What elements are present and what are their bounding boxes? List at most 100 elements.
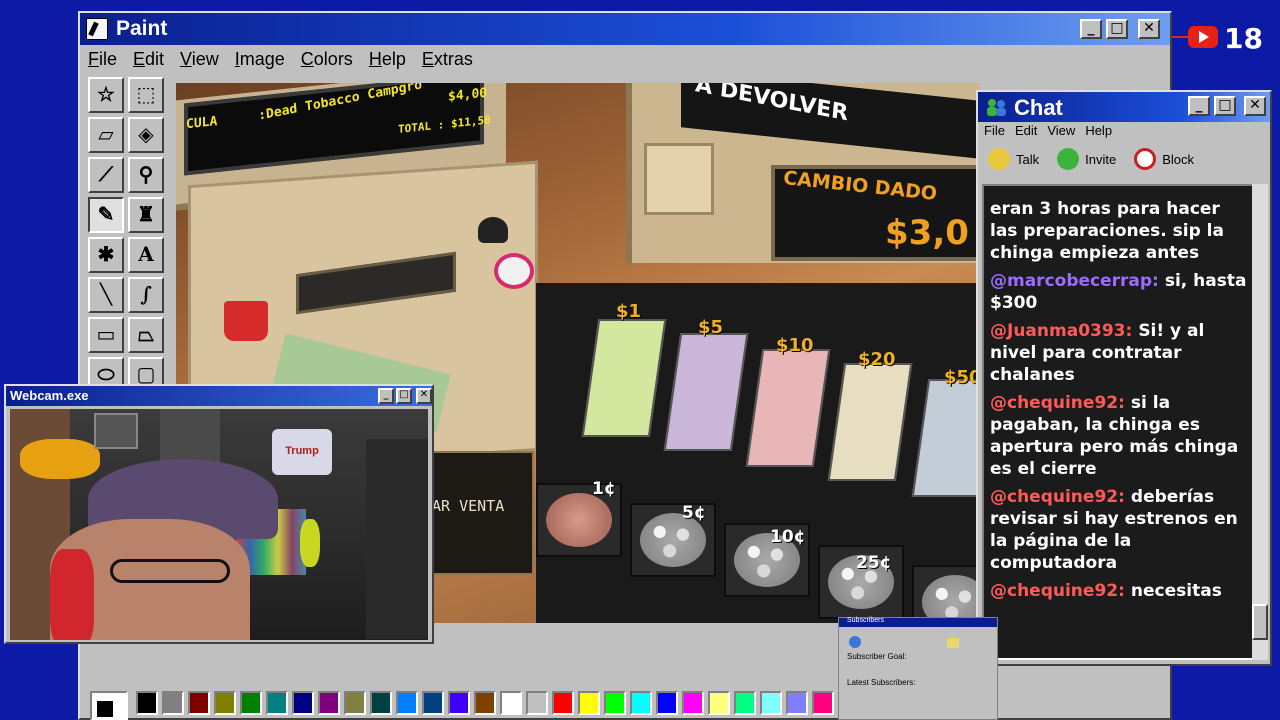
invite-button[interactable]: Invite [1057,148,1116,170]
palette-swatch[interactable] [266,691,288,715]
palette-swatch[interactable] [214,691,236,715]
sale-button[interactable]: AR VENTA [428,451,534,575]
palette-swatch[interactable] [708,691,730,715]
fill-icon[interactable]: ◈ [128,117,164,153]
coin-bin-50[interactable] [912,565,980,623]
bill-1[interactable] [581,319,667,437]
chat-username[interactable]: @Juanma0393: [990,321,1132,341]
chat-log[interactable]: eran 3 horas para hacer las preparacione… [982,184,1254,660]
minimize-button[interactable]: _ [1080,19,1102,39]
chat-username[interactable]: @marcobecerrap: [990,271,1159,291]
magnifier-icon[interactable]: ⚲ [128,157,164,193]
palette-swatch[interactable] [734,691,756,715]
palette-swatch[interactable] [786,691,808,715]
close-button[interactable]: ✕ [1138,19,1160,39]
paint-title-bar[interactable]: Paint _ □ ✕ [80,13,1170,45]
menu-view[interactable]: View [172,47,227,73]
palette-swatch[interactable] [344,691,366,715]
chat-message: @marcobecerrap: si, hasta $300 [990,270,1250,314]
webcam-minimize-button[interactable]: _ [378,388,394,404]
return-label: A DEVOLVER [694,83,850,127]
subscribers-title-bar[interactable]: Subscribers [839,617,997,627]
palette-swatch[interactable] [500,691,522,715]
chat-message: @chequine92: necesitas [990,580,1250,602]
chat-message: @Juanma0393: Si! y al nivel para contrata… [990,320,1250,386]
chat-menu-view[interactable]: View [1047,123,1075,138]
paint-app-icon [86,18,108,40]
chat-scroll-thumb[interactable] [1252,604,1268,640]
eyedropper-icon[interactable]: ⟋ [88,157,124,193]
palette-swatch[interactable] [526,691,548,715]
palette-swatch[interactable] [318,691,340,715]
change-display: CAMBIO DADO $3,0 [771,165,980,261]
palette-swatch[interactable] [448,691,470,715]
bill-label-5: $5 [698,317,724,338]
menu-colors[interactable]: Colors [293,47,361,73]
bill-5[interactable] [663,333,749,451]
palette-swatch[interactable] [474,691,496,715]
free-select-icon[interactable]: ☆ [88,77,124,113]
palette-swatch[interactable] [240,691,262,715]
menu-extras[interactable]: Extras [414,47,481,73]
palette-swatch[interactable] [552,691,574,715]
curve-icon[interactable]: ∫ [128,277,164,313]
chat-username[interactable]: @chequine92: [990,487,1125,507]
chat-close-button[interactable]: ✕ [1244,96,1266,116]
palette-swatch[interactable] [188,691,210,715]
palette-swatch[interactable] [578,691,600,715]
chat-title-bar[interactable]: Chat _ □ ✕ [978,92,1270,122]
pencil-icon[interactable]: ✎ [88,197,124,233]
chat-menu-edit[interactable]: Edit [1015,123,1037,138]
menu-help[interactable]: Help [361,47,414,73]
chat-maximize-button[interactable]: □ [1214,96,1236,116]
bill-10[interactable] [745,349,831,467]
chat-minimize-button[interactable]: _ [1188,96,1210,116]
webcam-title-bar[interactable]: Webcam.exe _ □ ✕ [6,386,432,406]
eraser-icon[interactable]: ▱ [88,117,124,153]
palette-swatch[interactable] [604,691,626,715]
palette-swatch[interactable] [812,691,834,715]
coin-label-10: 10¢ [770,527,806,547]
menu-edit[interactable]: Edit [125,47,172,73]
text-icon[interactable]: A [128,237,164,273]
palette-swatch[interactable] [370,691,392,715]
airbrush-icon[interactable]: ✱ [88,237,124,273]
shelf-package: Trump [272,429,332,475]
chat-menu-file[interactable]: File [984,123,1005,138]
chat-menu-help[interactable]: Help [1085,123,1112,138]
side-shelf [366,439,428,639]
hair-shape [50,549,94,640]
palette-swatch[interactable] [136,691,158,715]
palette-swatch[interactable] [396,691,418,715]
palette-swatch[interactable] [682,691,704,715]
cash-drawer[interactable]: $1 $5 $10 $20 $50 1¢ 5¢ 10¢ 25¢ [536,283,980,623]
maximize-button[interactable]: □ [1106,19,1128,39]
brush-icon[interactable]: ♜ [128,197,164,233]
chat-username[interactable]: @chequine92: [990,393,1125,413]
rectangle-icon[interactable]: ▭ [88,317,124,353]
webcam-close-button[interactable]: ✕ [416,388,432,404]
palette-swatch[interactable] [422,691,444,715]
line-icon[interactable]: ╲ [88,277,124,313]
invite-icon [1057,148,1080,170]
chat-text: eran 3 horas para hacer las preparacione… [990,199,1224,263]
bill-50[interactable] [911,379,980,497]
webcam-window: Webcam.exe _ □ ✕ Trump [4,384,434,644]
talk-button[interactable]: Talk [988,148,1039,170]
palette-swatch[interactable] [630,691,652,715]
menu-file[interactable]: File [80,47,125,73]
menu-image[interactable]: Image [227,47,293,73]
polygon-icon[interactable]: ⏢ [128,317,164,353]
palette-swatch[interactable] [656,691,678,715]
latest-subscribers-label: Latest Subscribers: [847,678,916,687]
bill-20[interactable] [827,363,913,481]
rect-select-icon[interactable]: ⬚ [128,77,164,113]
subscriber-count: 18 [1224,22,1263,55]
palette-swatch[interactable] [292,691,314,715]
chat-scrollbar[interactable] [1252,184,1268,660]
palette-swatch[interactable] [760,691,782,715]
palette-swatch[interactable] [162,691,184,715]
block-button[interactable]: Block [1134,148,1194,170]
chat-username[interactable]: @chequine92: [990,581,1125,601]
webcam-maximize-button[interactable]: □ [396,388,412,404]
